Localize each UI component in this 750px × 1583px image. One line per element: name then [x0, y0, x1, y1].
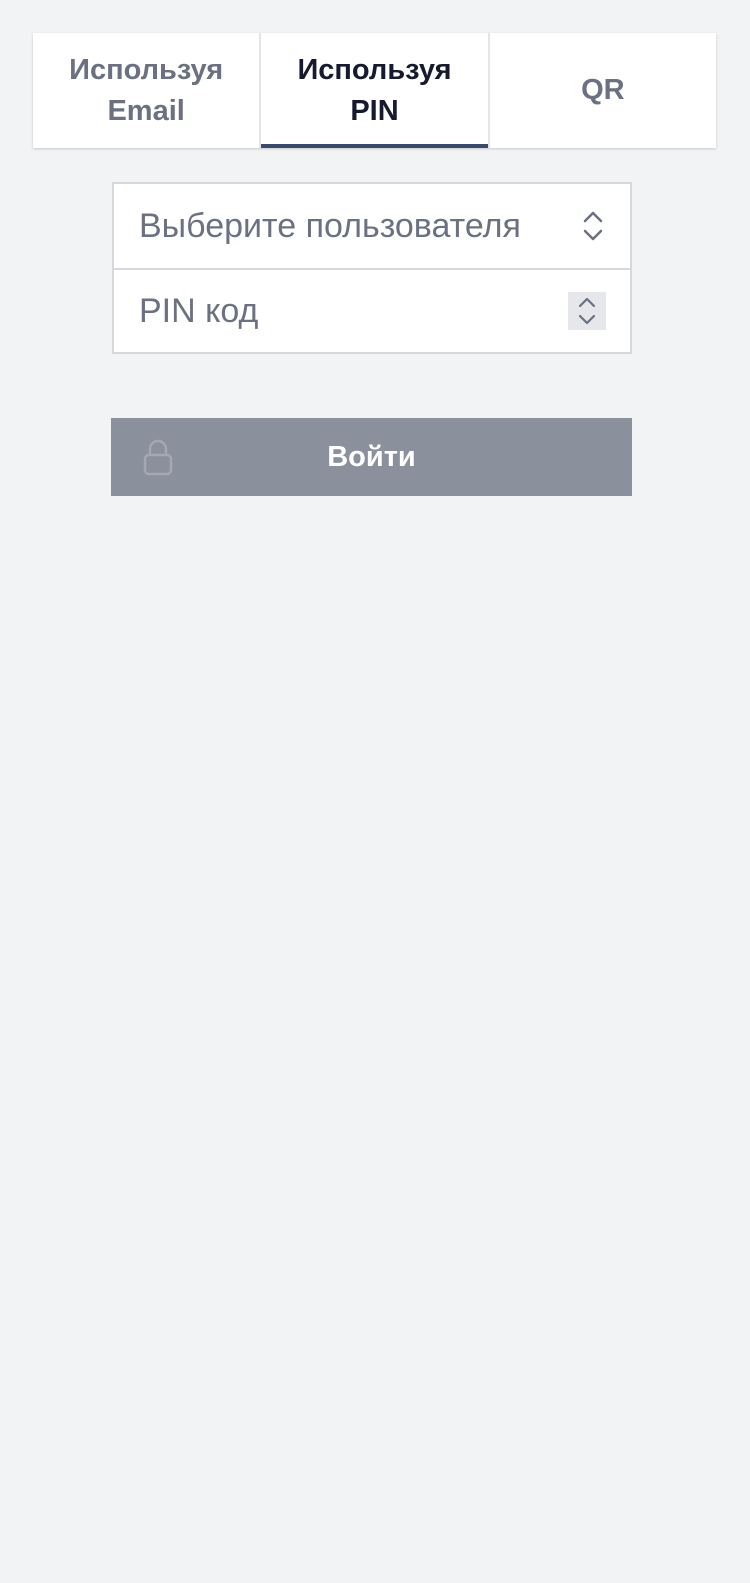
tab-pin[interactable]: Используя PIN [259, 33, 488, 148]
login-form: Выберите пользователя PIN код [112, 182, 632, 354]
login-page: Используя Email Используя PIN QR Выберит… [0, 0, 750, 1583]
tab-email[interactable]: Используя Email [33, 33, 259, 148]
user-select[interactable]: Выберите пользователя [114, 184, 630, 268]
tab-email-label: Используя Email [69, 53, 224, 127]
user-select-placeholder: Выберите пользователя [139, 206, 521, 245]
tab-qr-label: QR [581, 74, 625, 106]
lock-icon [143, 439, 173, 476]
auth-method-tabs: Используя Email Используя PIN QR [33, 33, 716, 148]
pin-field-placeholder: PIN код [139, 291, 259, 330]
login-button-label: Войти [327, 440, 416, 473]
pin-stepper[interactable] [568, 292, 606, 330]
pin-field[interactable]: PIN код [114, 268, 630, 352]
login-button[interactable]: Войти [111, 418, 632, 496]
stepper-arrows-icon [578, 297, 596, 325]
tab-pin-label: Используя PIN [297, 53, 452, 127]
tab-qr[interactable]: QR [487, 33, 716, 148]
chevron-up-down-icon [583, 211, 603, 241]
